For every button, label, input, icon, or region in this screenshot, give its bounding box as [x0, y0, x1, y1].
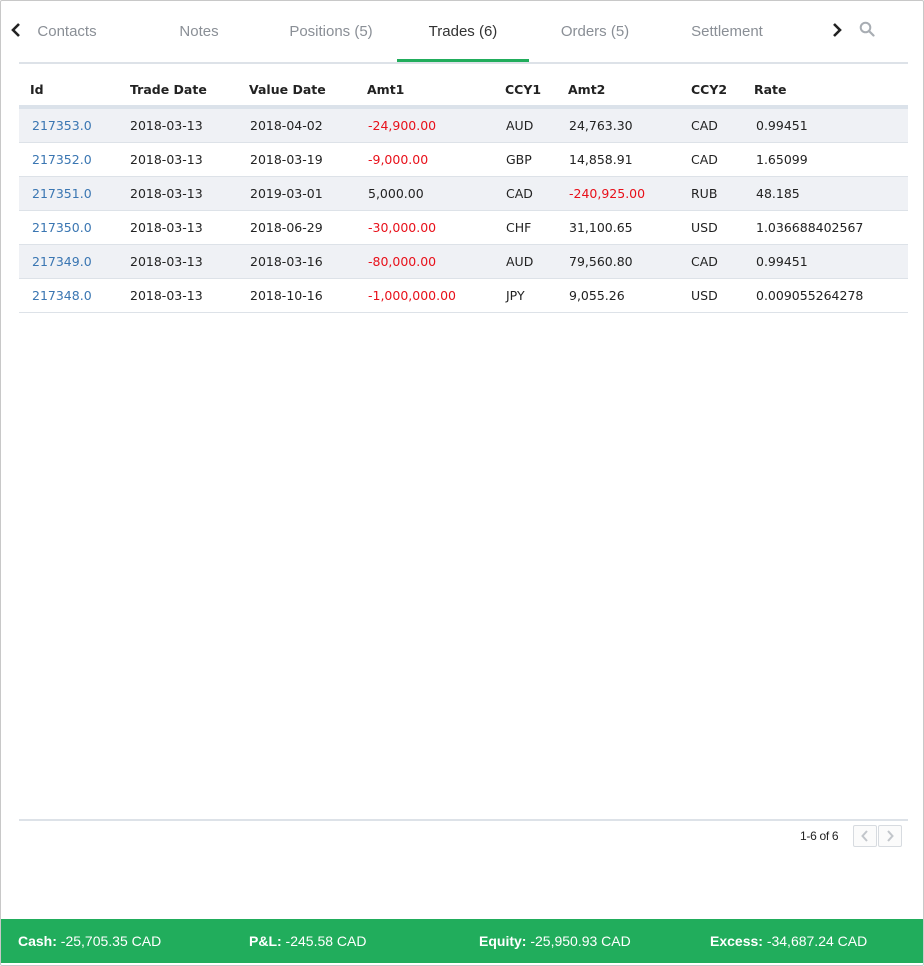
- ccy1-cell: CAD: [506, 186, 533, 201]
- rate-cell: 1.036688402567: [756, 220, 864, 235]
- ccy1-cell: JPY: [506, 288, 525, 303]
- trades-table: Id Trade Date Value Date Amt1 CCY1 Amt2 …: [19, 71, 908, 313]
- pager-next-icon: [887, 830, 894, 842]
- trade-id-link[interactable]: 217352.0: [32, 143, 92, 176]
- tab-orders[interactable]: Orders (5): [553, 1, 637, 63]
- table-header: Id Trade Date Value Date Amt1 CCY1 Amt2 …: [19, 71, 908, 109]
- equity-value: -25,950.93 CAD: [526, 933, 631, 949]
- rate-cell: 48.185: [756, 186, 800, 201]
- account-summary-bar: Cash: -25,705.35 CAD P&L: -245.58 CAD Eq…: [1, 919, 923, 963]
- column-header-ccy2[interactable]: CCY2: [691, 71, 727, 105]
- value-date-cell: 2018-03-16: [250, 254, 323, 269]
- amt1-cell: -24,900.00: [368, 118, 437, 133]
- trade-date-cell: 2018-03-13: [130, 118, 203, 133]
- trade-date-cell: 2018-03-13: [130, 254, 203, 269]
- trade-date-cell: 2018-03-13: [130, 288, 203, 303]
- amt2-cell: -240,925.00: [569, 186, 646, 201]
- trade-date-cell: 2018-03-13: [130, 152, 203, 167]
- ccy2-cell: USD: [691, 288, 718, 303]
- value-date-cell: 2019-03-01: [250, 186, 323, 201]
- value-date-cell: 2018-04-02: [250, 118, 323, 133]
- ccy2-cell: CAD: [691, 254, 718, 269]
- trade-id-link[interactable]: 217348.0: [32, 279, 92, 312]
- amt1-cell: -1,000,000.00: [368, 288, 457, 303]
- table-row[interactable]: 217349.0 2018-03-13 2018-03-16 -80,000.0…: [19, 245, 908, 279]
- tabs-scroll-right-button[interactable]: [829, 19, 845, 41]
- value-date-cell: 2018-10-16: [250, 288, 323, 303]
- trade-id-link[interactable]: 217349.0: [32, 245, 92, 278]
- rate-cell: 0.99451: [756, 254, 808, 269]
- amt2-cell: 9,055.26: [569, 288, 625, 303]
- search-icon: [859, 21, 875, 37]
- amt1-cell: -9,000.00: [368, 152, 429, 167]
- trades-panel: Contacts Notes Positions (5) Trades (6) …: [0, 0, 924, 966]
- column-header-amt1[interactable]: Amt1: [367, 71, 404, 105]
- trade-date-cell: 2018-03-13: [130, 220, 203, 235]
- pager-range: 1-6 of 6: [800, 829, 839, 843]
- tab-trades[interactable]: Trades (6): [397, 1, 529, 63]
- amt2-cell: 24,763.30: [569, 118, 633, 133]
- ccy1-cell: AUD: [506, 118, 534, 133]
- column-header-ccy1[interactable]: CCY1: [505, 71, 541, 105]
- trade-id-link[interactable]: 217351.0: [32, 177, 92, 210]
- tabs-scroll-left-button[interactable]: [8, 19, 24, 41]
- table-row[interactable]: 217350.0 2018-03-13 2018-06-29 -30,000.0…: [19, 211, 908, 245]
- table-row[interactable]: 217352.0 2018-03-13 2018-03-19 -9,000.00…: [19, 143, 908, 177]
- value-date-cell: 2018-03-19: [250, 152, 323, 167]
- ccy2-cell: USD: [691, 220, 718, 235]
- cash-summary: Cash: -25,705.35 CAD: [18, 919, 161, 963]
- rate-cell: 0.009055264278: [756, 288, 864, 303]
- rate-cell: 1.65099: [756, 152, 808, 167]
- ccy2-cell: RUB: [691, 186, 718, 201]
- trade-date-cell: 2018-03-13: [130, 186, 203, 201]
- chevron-left-icon: [11, 23, 20, 37]
- excess-summary: Excess: -34,687.24 CAD: [710, 919, 867, 963]
- excess-label: Excess:: [710, 933, 763, 949]
- pl-value: -245.58 CAD: [281, 933, 367, 949]
- amt1-cell: 5,000.00: [368, 186, 424, 201]
- amt2-cell: 14,858.91: [569, 152, 633, 167]
- tab-contacts[interactable]: Contacts: [31, 1, 103, 63]
- excess-value: -34,687.24 CAD: [762, 933, 868, 949]
- chevron-right-icon: [833, 23, 842, 37]
- tab-bar: Contacts Notes Positions (5) Trades (6) …: [1, 1, 923, 64]
- table-row[interactable]: 217348.0 2018-03-13 2018-10-16 -1,000,00…: [19, 279, 908, 313]
- ccy1-cell: AUD: [506, 254, 534, 269]
- amt2-cell: 31,100.65: [569, 220, 633, 235]
- trade-id-link[interactable]: 217353.0: [32, 109, 92, 142]
- rate-cell: 0.99451: [756, 118, 808, 133]
- table-row[interactable]: 217353.0 2018-03-13 2018-04-02 -24,900.0…: [19, 109, 908, 143]
- pager-prev-button[interactable]: [853, 825, 877, 847]
- tab-positions[interactable]: Positions (5): [281, 1, 381, 63]
- ccy1-cell: GBP: [506, 152, 532, 167]
- pl-summary: P&L: -245.58 CAD: [249, 919, 367, 963]
- pager-prev-icon: [861, 830, 868, 842]
- amt1-cell: -30,000.00: [368, 220, 437, 235]
- value-date-cell: 2018-06-29: [250, 220, 323, 235]
- amt1-cell: -80,000.00: [368, 254, 437, 269]
- ccy2-cell: CAD: [691, 118, 718, 133]
- column-header-trade-date[interactable]: Trade Date: [130, 71, 207, 105]
- table-row[interactable]: 217351.0 2018-03-13 2019-03-01 5,000.00 …: [19, 177, 908, 211]
- ccy1-cell: CHF: [506, 220, 532, 235]
- amt2-cell: 79,560.80: [569, 254, 633, 269]
- cash-value: -25,705.35 CAD: [56, 933, 162, 949]
- column-header-value-date[interactable]: Value Date: [249, 71, 326, 105]
- pl-label: P&L:: [249, 933, 282, 949]
- tab-settlement[interactable]: Settlement: [685, 1, 769, 63]
- column-header-id[interactable]: Id: [30, 71, 44, 105]
- pager-next-button[interactable]: [878, 825, 902, 847]
- ccy2-cell: CAD: [691, 152, 718, 167]
- equity-summary: Equity: -25,950.93 CAD: [479, 919, 631, 963]
- column-header-amt2[interactable]: Amt2: [568, 71, 605, 105]
- table-bottom-divider: [19, 819, 908, 821]
- tab-divider: [19, 62, 908, 64]
- column-header-rate[interactable]: Rate: [754, 71, 787, 105]
- tab-notes[interactable]: Notes: [171, 1, 227, 63]
- search-button[interactable]: [859, 21, 879, 41]
- equity-label: Equity:: [479, 933, 527, 949]
- trade-id-link[interactable]: 217350.0: [32, 211, 92, 244]
- cash-label: Cash:: [18, 933, 57, 949]
